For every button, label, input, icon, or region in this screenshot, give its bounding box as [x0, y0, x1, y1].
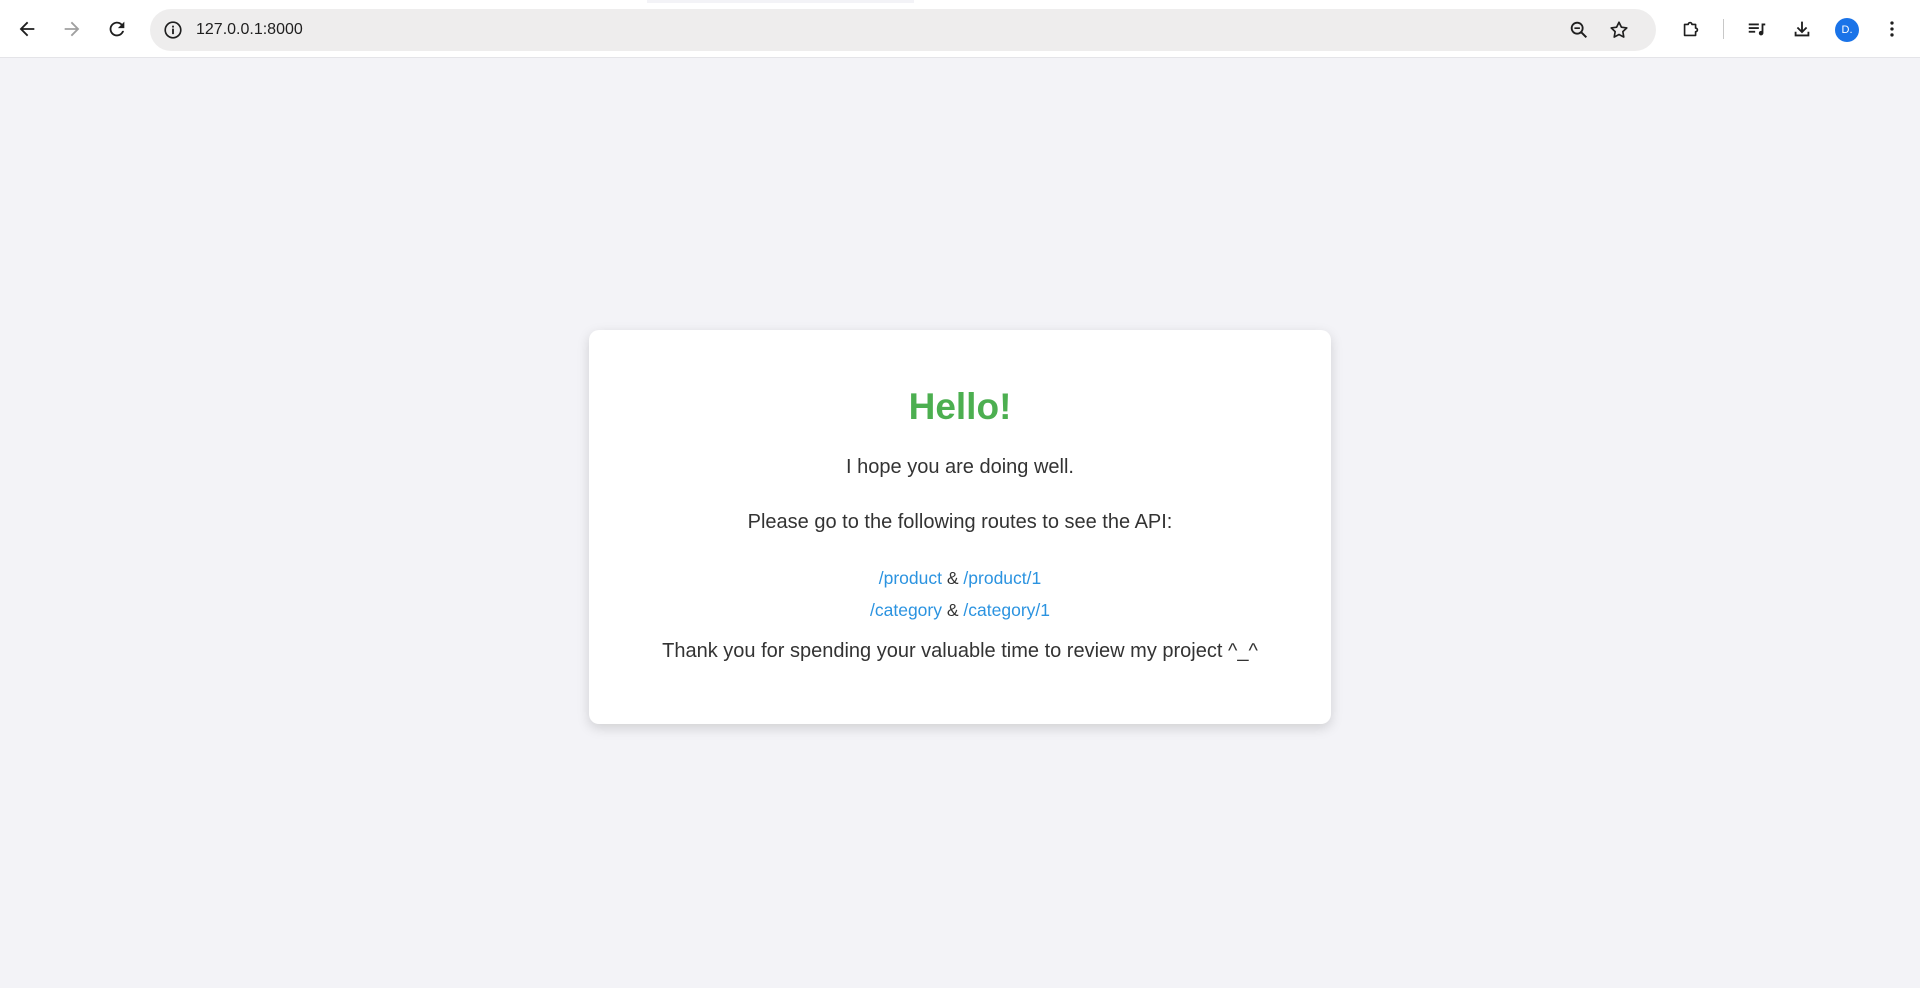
url-text[interactable]: 127.0.0.1:8000	[196, 20, 303, 40]
media-controls-button[interactable]	[1739, 11, 1775, 47]
site-info-icon[interactable]	[162, 19, 184, 41]
product-link[interactable]: /product	[879, 568, 942, 588]
playlist-music-icon	[1748, 23, 1766, 36]
route-separator: &	[946, 568, 959, 588]
product-1-link[interactable]: /product/1	[963, 568, 1041, 588]
browser-toolbar: 127.0.0.1:8000 D.	[0, 0, 1920, 58]
downloads-button[interactable]	[1784, 11, 1820, 47]
instruction-text: Please go to the following routes to see…	[747, 511, 1173, 533]
toolbar-divider	[1723, 19, 1724, 39]
back-arrow-icon	[19, 21, 35, 37]
forward-button[interactable]	[54, 11, 90, 47]
category-link[interactable]: /category	[870, 600, 942, 620]
reload-button[interactable]	[99, 11, 135, 47]
zoom-out-icon[interactable]	[1568, 19, 1590, 41]
routes-list: /product & /product/1 /category & /categ…	[589, 562, 1331, 626]
address-bar[interactable]: 127.0.0.1:8000	[150, 9, 1656, 51]
card-title: Hello!	[908, 386, 1012, 427]
bookmark-star-icon[interactable]	[1608, 19, 1630, 41]
greeting-text: I hope you are doing well.	[846, 456, 1074, 478]
category-1-link[interactable]: /category/1	[963, 600, 1050, 620]
browser-menu-button[interactable]	[1874, 11, 1910, 47]
puzzle-piece-icon	[1683, 21, 1699, 37]
route-row-product: /product & /product/1	[589, 562, 1331, 594]
welcome-card: Hello! I hope you are doing well. Please…	[589, 330, 1331, 724]
route-row-category: /category & /category/1	[589, 594, 1331, 626]
reload-icon	[109, 21, 125, 37]
profile-avatar[interactable]: D.	[1835, 18, 1859, 42]
extensions-button[interactable]	[1673, 11, 1709, 47]
active-tab-indicator	[647, 0, 914, 3]
download-icon	[1794, 21, 1810, 37]
route-separator: &	[946, 600, 959, 620]
vertical-dots-icon	[1890, 21, 1894, 37]
thanks-text: Thank you for spending your valuable tim…	[662, 640, 1258, 662]
forward-arrow-icon	[64, 21, 80, 37]
back-button[interactable]	[9, 11, 45, 47]
